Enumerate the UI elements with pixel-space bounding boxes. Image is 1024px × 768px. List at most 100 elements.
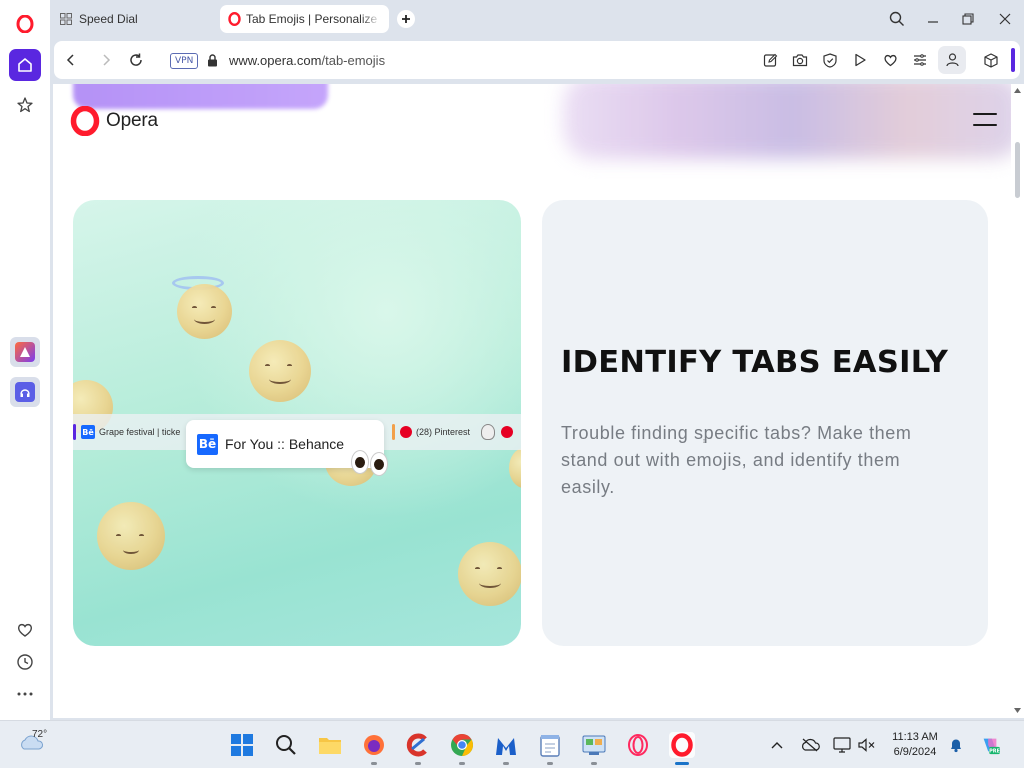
taskbar-file-explorer[interactable]	[317, 732, 343, 758]
taskbar-notepad[interactable]	[537, 732, 563, 758]
running-indicator	[547, 762, 553, 765]
taskbar-clock[interactable]: 11:13 AM 6/9/2024	[880, 730, 950, 760]
feature-description: Trouble finding specific tabs? Make them…	[561, 423, 912, 497]
mock-tab-label: Grape festival | ticke	[99, 427, 181, 437]
mock-tab-pinterest: (28) Pinterest	[392, 423, 470, 441]
hero-decoration-gradient	[563, 84, 1011, 159]
running-indicator	[459, 762, 465, 765]
taskbar-opera-gx[interactable]	[625, 732, 651, 758]
firefox-icon	[364, 735, 384, 755]
new-tab-button[interactable]	[397, 10, 415, 28]
tab-search-button[interactable]	[887, 9, 907, 29]
taskbar-opera[interactable]	[669, 732, 695, 758]
page-viewport: Opera Bē Grape festival | ticke (28) Pin…	[53, 84, 1011, 718]
taskbar-search-button[interactable]	[273, 732, 299, 758]
sidebar-history-button[interactable]	[9, 646, 41, 678]
sidebar-aria-button[interactable]	[10, 337, 40, 367]
snapshot-edit-button[interactable]	[761, 51, 779, 69]
sidebar-more-button[interactable]	[9, 678, 41, 710]
face-emoji-icon	[509, 448, 521, 488]
show-hidden-icons-button[interactable]	[767, 735, 787, 755]
restore-button[interactable]	[958, 9, 978, 29]
sidebar-home-button[interactable]	[9, 49, 41, 81]
heart-icon	[17, 623, 33, 637]
svg-text:PRE: PRE	[989, 749, 1000, 755]
feature-text-card: IDENTIFY TABS EASILY Trouble finding spe…	[542, 200, 988, 646]
behance-icon: Bē	[81, 425, 95, 439]
scroll-up-arrow-icon[interactable]	[1014, 88, 1021, 93]
ad-blocker-button[interactable]	[821, 51, 839, 69]
taskbar-chrome[interactable]	[449, 732, 475, 758]
onedrive-tray-icon[interactable]	[800, 735, 820, 755]
weather-temperature: 72°	[32, 729, 48, 740]
opera-logo-icon	[16, 15, 34, 33]
notepad-icon	[540, 735, 560, 757]
scrollbar-thumb[interactable]	[1015, 142, 1020, 198]
volume-tray-icon[interactable]	[857, 735, 877, 755]
control-panel-icon	[582, 735, 606, 755]
page-scrollbar[interactable]	[1011, 84, 1024, 718]
tab-tab-emojis[interactable]: Tab Emojis | Personalize yo	[220, 5, 389, 33]
folder-icon	[319, 738, 341, 754]
heart-icon	[883, 54, 897, 67]
lock-icon[interactable]	[203, 51, 221, 69]
opera-logo-icon	[70, 106, 100, 136]
close-button[interactable]	[995, 9, 1015, 29]
tab-title: Speed Dial	[79, 12, 138, 26]
forward-button[interactable]	[97, 51, 115, 69]
url-path: /tab-emojis	[321, 53, 386, 68]
exploding-head-emoji-icon	[97, 502, 165, 570]
text-cursor-icon	[703, 439, 705, 443]
taskbar-control-panel[interactable]	[581, 732, 607, 758]
skull-emoji-icon	[481, 424, 495, 440]
search-icon	[889, 11, 904, 26]
taskbar-malwarebytes[interactable]	[493, 732, 519, 758]
taskbar-firefox[interactable]	[361, 732, 387, 758]
taskbar-ccleaner[interactable]	[405, 732, 431, 758]
chevron-left-icon	[66, 54, 74, 66]
pinboard-favorites-button[interactable]	[881, 51, 899, 69]
tab-emojis-illustration: Bē Grape festival | ticke (28) Pinterest…	[73, 200, 521, 646]
address-bar: VPN www.opera.com/tab-emojis	[54, 41, 1020, 79]
profile-button[interactable]	[938, 46, 966, 74]
notifications-button[interactable]	[946, 735, 966, 755]
url-host: www.opera.com	[229, 53, 322, 68]
browser-toolbar: VPN www.opera.com/tab-emojis	[50, 38, 1024, 84]
copilot-button[interactable]: PRE	[980, 735, 1000, 755]
feature-heading: IDENTIFY TABS EASILY	[561, 345, 949, 380]
sidebar-bookmarks-button[interactable]	[9, 89, 41, 121]
tab-title: Tab Emojis | Personalize yo	[246, 12, 381, 26]
scroll-down-arrow-icon[interactable]	[1014, 708, 1021, 713]
sidebar-music-player-button[interactable]	[10, 377, 40, 407]
sidebar-favorites-button[interactable]	[9, 614, 41, 646]
opera-menu-button[interactable]	[9, 8, 41, 40]
opera-sidebar	[0, 0, 50, 720]
running-indicator	[415, 762, 421, 765]
mock-tab-pinterest-2	[501, 423, 517, 441]
tab-speed-dial[interactable]: Speed Dial	[52, 5, 217, 33]
opera-logo-icon	[671, 733, 693, 757]
speed-dial-grid-icon	[60, 13, 72, 25]
chrome-icon	[451, 734, 473, 756]
home-icon	[18, 58, 32, 72]
start-button[interactable]	[229, 732, 255, 758]
network-tray-icon[interactable]	[832, 735, 852, 755]
bell-icon	[951, 739, 961, 753]
reload-button[interactable]	[127, 51, 145, 69]
cube-icon	[984, 52, 998, 68]
extensions-button[interactable]	[982, 51, 1000, 69]
easy-setup-button[interactable]	[911, 51, 929, 69]
drooling-face-emoji-icon	[249, 340, 311, 402]
snapshot-button[interactable]	[791, 51, 809, 69]
mock-tab-grape-festival: Bē Grape festival | ticke	[73, 423, 180, 441]
clock-icon	[17, 654, 33, 670]
site-logo[interactable]: Opera	[70, 106, 158, 136]
menu-button[interactable]	[973, 112, 997, 128]
speaker-muted-icon	[858, 738, 875, 752]
minimize-button[interactable]	[923, 9, 943, 29]
more-dots-icon	[17, 692, 33, 696]
player-button[interactable]	[851, 51, 869, 69]
back-button[interactable]	[62, 51, 80, 69]
vpn-badge[interactable]: VPN	[170, 53, 199, 69]
address-field[interactable]: www.opera.com/tab-emojis	[229, 53, 385, 68]
